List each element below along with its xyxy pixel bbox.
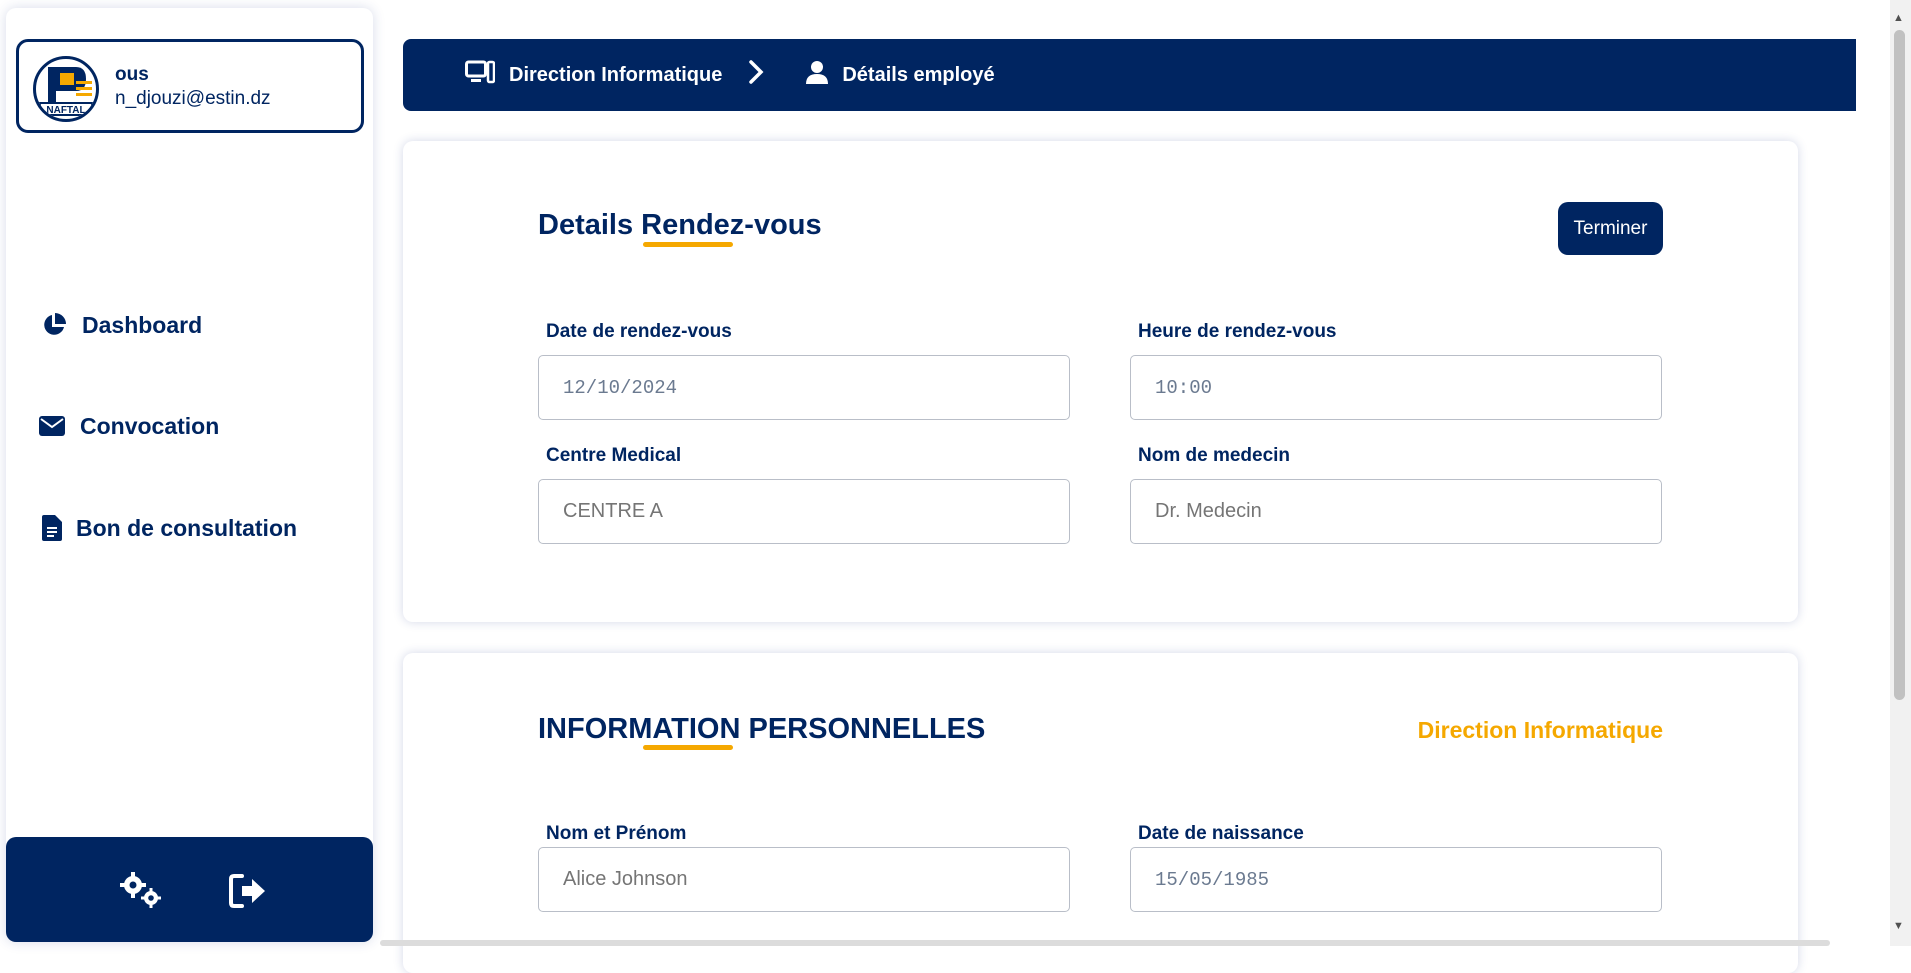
- breadcrumb-department[interactable]: Direction Informatique: [465, 60, 722, 90]
- birthdate-field[interactable]: [1130, 847, 1662, 912]
- sidebar: NAFTAL ous n_djouzi@estin.dz Dashboard C…: [6, 8, 373, 942]
- full-name-field[interactable]: [538, 847, 1070, 912]
- scrollbar-thumb[interactable]: [1894, 30, 1905, 700]
- breadcrumb-page-label: Détails employé: [842, 63, 995, 86]
- chevron-right-icon: [748, 59, 764, 91]
- personal-info-title: INFORMATION PERSONNELLES: [538, 713, 986, 745]
- doctor-label: Nom de medecin: [1138, 445, 1291, 466]
- svg-text:NAFTAL: NAFTAL: [46, 105, 85, 116]
- breadcrumb-department-label: Direction Informatique: [509, 63, 723, 86]
- centre-label: Centre Medical: [546, 445, 682, 466]
- sidebar-footer: [6, 837, 373, 942]
- sidebar-item-bon-consultation[interactable]: Bon de consultation: [38, 514, 297, 542]
- sidebar-item-dashboard[interactable]: Dashboard: [40, 311, 202, 339]
- doctor-name-field[interactable]: [1130, 479, 1662, 544]
- user-icon: [806, 60, 829, 90]
- pie-chart-icon: [40, 311, 68, 339]
- appointment-time-field[interactable]: [1130, 355, 1662, 420]
- terminer-button[interactable]: Terminer: [1558, 202, 1663, 255]
- naftal-logo: NAFTAL: [33, 56, 99, 122]
- title-accent-underline: [643, 745, 733, 750]
- birthdate-label: Date de naissance: [1138, 823, 1304, 844]
- department-label: Direction Informatique: [1417, 717, 1663, 743]
- appointment-title: Details Rendez-vous: [538, 209, 822, 241]
- sidebar-item-label: Convocation: [80, 412, 220, 439]
- centre-medical-field[interactable]: [538, 479, 1070, 544]
- scroll-down-icon[interactable]: ▼: [1893, 920, 1904, 932]
- user-profile-card[interactable]: NAFTAL ous n_djouzi@estin.dz: [16, 39, 364, 133]
- settings-gears-icon[interactable]: [118, 869, 166, 913]
- name-label: Nom et Prénom: [546, 823, 687, 844]
- computer-icon: [465, 60, 496, 90]
- sidebar-item-label: Dashboard: [82, 311, 203, 338]
- logout-icon[interactable]: [224, 869, 272, 913]
- document-icon: [38, 514, 66, 542]
- user-email: n_djouzi@estin.dz: [115, 88, 271, 109]
- scroll-up-icon[interactable]: ▲: [1893, 12, 1904, 24]
- breadcrumb: Direction Informatique Détails employé: [403, 39, 1856, 111]
- appointment-details-card: Details Rendez-vous Terminer Date de ren…: [403, 141, 1798, 622]
- date-label: Date de rendez-vous: [546, 321, 732, 342]
- time-label: Heure de rendez-vous: [1138, 321, 1337, 342]
- horizontal-scrollbar[interactable]: [380, 940, 1830, 946]
- user-name: ous: [115, 64, 149, 85]
- breadcrumb-page: Détails employé: [806, 60, 995, 90]
- vertical-scrollbar[interactable]: ▲ ▼: [1890, 0, 1911, 946]
- sidebar-item-convocation[interactable]: Convocation: [38, 412, 219, 440]
- envelope-icon: [38, 412, 66, 440]
- title-accent-underline: [643, 242, 733, 247]
- appointment-date-field[interactable]: [538, 355, 1070, 420]
- sidebar-item-label: Bon de consultation: [76, 514, 298, 541]
- personal-info-card: INFORMATION PERSONNELLES Direction Infor…: [403, 653, 1798, 973]
